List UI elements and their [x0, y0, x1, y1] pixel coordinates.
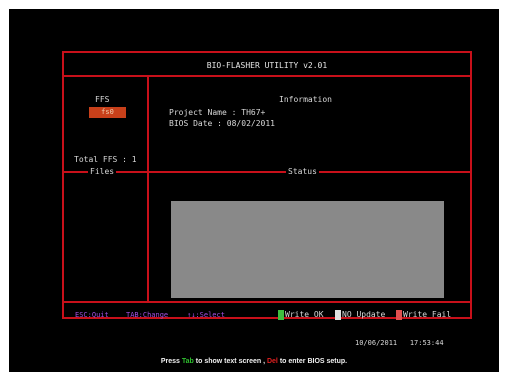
bios-screen: BIO-FLASHER UTILITY v2.01 FFS fs0 Total … — [9, 9, 499, 372]
write-ok-label: Write OK — [285, 310, 324, 319]
footer-hint: Press Tab to show text screen , Del to e… — [9, 358, 499, 365]
ffs-label: FFS — [93, 95, 112, 105]
write-fail-swatch — [396, 310, 402, 320]
legend-write-ok: Write OK — [278, 310, 324, 320]
fs0-item[interactable]: fs0 — [89, 107, 126, 118]
write-ok-swatch — [278, 310, 284, 320]
clock: 10/06/2011 17:53:44 — [355, 339, 444, 347]
footer-text1: to show text screen , — [193, 358, 267, 365]
select-hint: ↑↓:Select — [187, 311, 225, 319]
information-label: Information — [277, 95, 334, 105]
title-divider — [62, 75, 472, 77]
footer-tab-key: Tab — [181, 358, 194, 365]
footer-text2: to enter BIOS setup. — [277, 358, 348, 365]
panel-divider — [147, 75, 149, 301]
footer-divider — [62, 301, 472, 303]
status-area — [171, 201, 444, 298]
status-label: Status — [286, 167, 319, 177]
files-label: Files — [88, 167, 117, 177]
total-ffs: Total FFS : 1 — [74, 155, 137, 164]
no-update-swatch — [335, 310, 341, 320]
tab-change-hint: TAB:Change — [126, 311, 169, 319]
clock-date: 10/06/2011 — [355, 339, 398, 347]
legend-write-fail: Write Fail — [396, 310, 451, 320]
footer-press: Press — [160, 358, 182, 365]
footer-del-key: Del — [266, 358, 278, 365]
app-title: BIO-FLASHER UTILITY v2.01 — [206, 61, 328, 70]
status-divider — [62, 171, 472, 173]
no-update-label: NO Update — [342, 310, 386, 319]
bios-date: BIOS Date : 08/02/2011 — [169, 119, 275, 128]
esc-quit-hint: ESC:Quit — [75, 311, 109, 319]
write-fail-label: Write Fail — [403, 310, 452, 319]
legend-no-update: NO Update — [335, 310, 385, 320]
project-name: Project Name : TH67+ — [169, 108, 266, 117]
clock-time: 17:53:44 — [409, 339, 444, 347]
